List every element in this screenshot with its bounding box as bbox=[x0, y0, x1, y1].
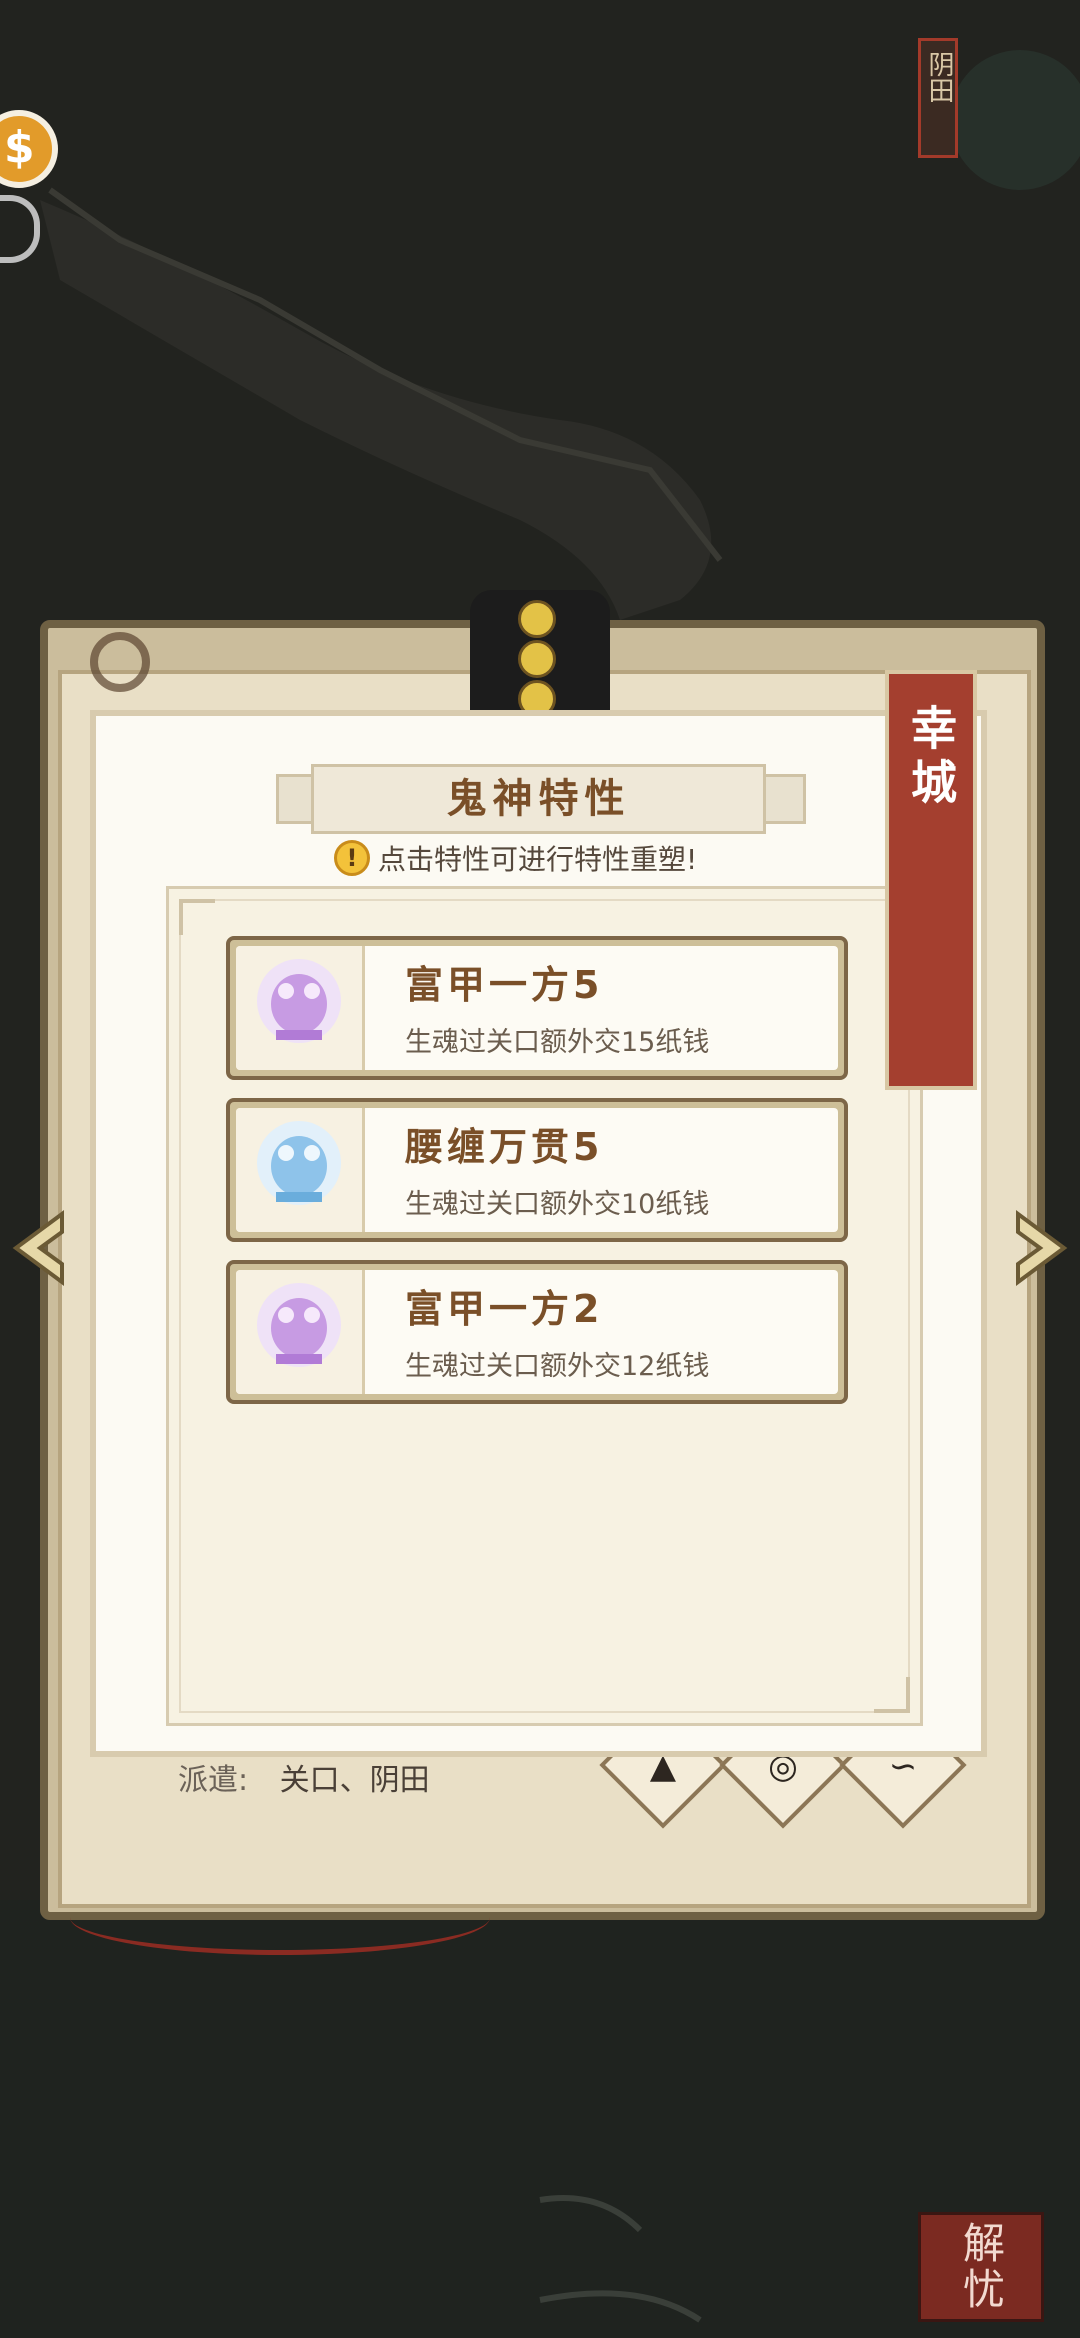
corner-fret-decoration bbox=[179, 899, 215, 935]
panel-title: 鬼神特性 bbox=[446, 776, 631, 822]
guardian-lion-icon bbox=[257, 1283, 341, 1367]
dispatch-value: 关口、阴田 bbox=[279, 1763, 430, 1798]
exclamation-icon: ! bbox=[334, 840, 370, 876]
trait-name: 富甲一方5 bbox=[405, 963, 604, 1007]
chevron-right-icon[interactable] bbox=[1006, 1208, 1076, 1288]
guardian-lion-icon bbox=[257, 959, 341, 1043]
dispatch-row: 派遣: 关口、阴田 bbox=[178, 1755, 430, 1799]
seal-label: 解忧 bbox=[956, 2221, 1006, 2313]
trait-name: 腰缠万贯5 bbox=[405, 1125, 604, 1169]
yintian-sign-label: 阴田 bbox=[924, 51, 954, 103]
bookmark-tab bbox=[470, 590, 610, 720]
trait-card[interactable]: 富甲一方2 生魂过关口额外交12纸钱 bbox=[226, 1260, 848, 1404]
trait-icon-box bbox=[236, 946, 365, 1070]
chevron-left-icon[interactable] bbox=[4, 1208, 74, 1288]
trait-desc: 生魂过关口额外交15纸钱 bbox=[405, 1027, 710, 1058]
book-ring-decoration bbox=[90, 632, 150, 692]
hint-row: ! 点击特性可进行特性重塑! bbox=[334, 836, 697, 880]
trait-icon-box bbox=[236, 1108, 365, 1232]
yintian-sign[interactable]: 阴田 bbox=[918, 38, 958, 158]
title-ribbon: 鬼神特性 bbox=[311, 764, 766, 834]
trait-desc: 生魂过关口额外交10纸钱 bbox=[405, 1189, 710, 1220]
guardian-lion-icon bbox=[257, 1121, 341, 1205]
star-dot-icon bbox=[518, 600, 556, 638]
coin-icon: $ bbox=[4, 122, 35, 173]
jieyou-seal-button[interactable]: 解忧 bbox=[918, 2212, 1044, 2322]
trait-desc: 生魂过关口额外交12纸钱 bbox=[405, 1351, 710, 1382]
city-tag: 幸城 bbox=[885, 670, 977, 1090]
traits-panel: 鬼神特性 ! 点击特性可进行特性重塑! 富甲一方5 生魂过关口额外交15纸钱 腰… bbox=[90, 710, 987, 1757]
corner-fret-decoration bbox=[874, 1677, 910, 1713]
dispatch-label: 派遣: bbox=[178, 1763, 249, 1798]
city-tag-label: 幸城 bbox=[904, 704, 958, 812]
trait-card[interactable]: 富甲一方5 生魂过关口额外交15纸钱 bbox=[226, 936, 848, 1080]
hint-text: 点击特性可进行特性重塑! bbox=[378, 843, 698, 876]
trait-name: 富甲一方2 bbox=[405, 1287, 604, 1331]
star-dot-icon bbox=[518, 640, 556, 678]
trait-icon-box bbox=[236, 1270, 365, 1394]
red-string-decoration bbox=[70, 1880, 490, 1955]
trait-card[interactable]: 腰缠万贯5 生魂过关口额外交10纸钱 bbox=[226, 1098, 848, 1242]
